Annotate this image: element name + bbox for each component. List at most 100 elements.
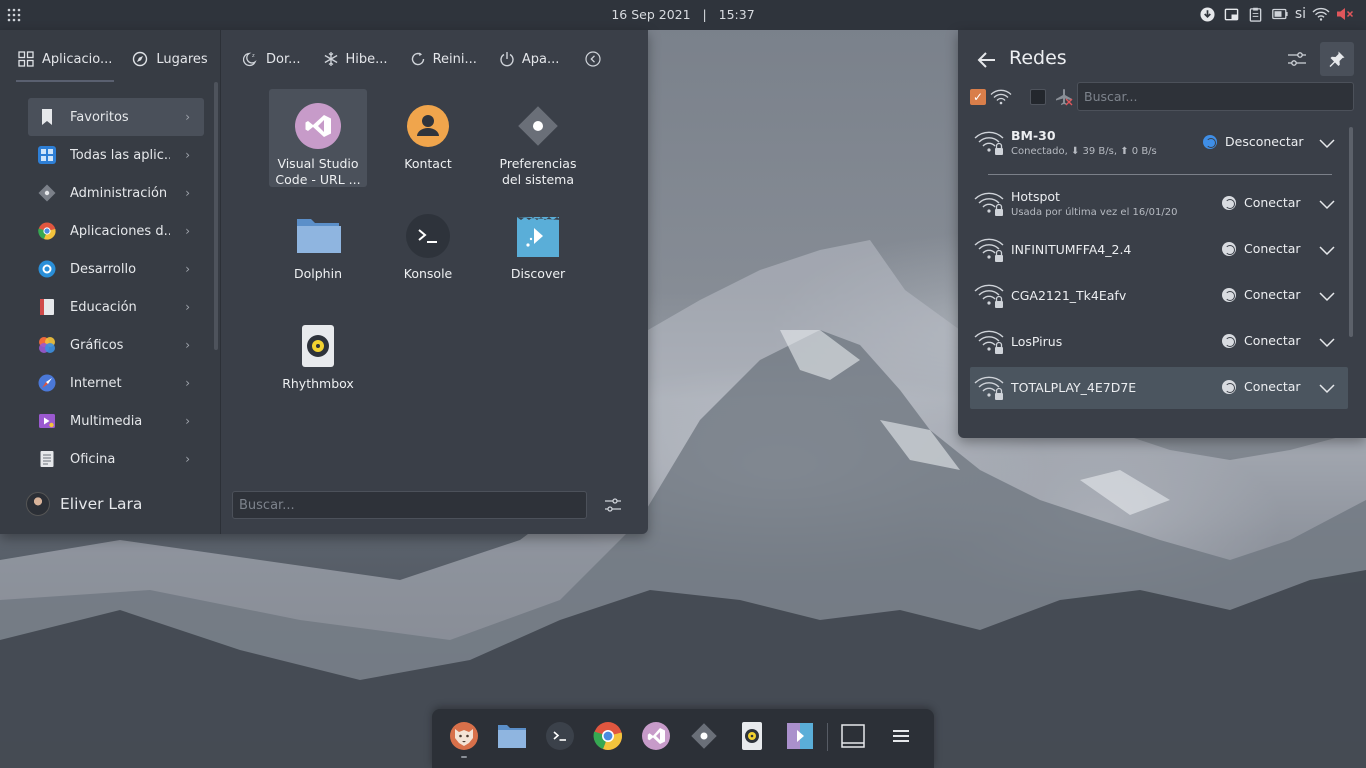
clock[interactable]: 16 Sep 2021 | 15:37 — [0, 7, 1366, 22]
tab-applications[interactable]: Aplicacio... — [16, 30, 115, 88]
download-icon[interactable] — [1199, 5, 1217, 23]
network-item-totalplay[interactable]: TOTALPLAY_4E7D7E Conectar — [970, 367, 1348, 409]
internet-icon — [38, 374, 56, 392]
app-rhythmbox[interactable]: Rhythmbox — [269, 309, 367, 407]
app-label: Dolphin — [294, 266, 342, 281]
connect-button[interactable]: Conectar — [1222, 379, 1301, 394]
chevron-down-icon[interactable] — [1318, 241, 1336, 259]
app-launcher-icon[interactable] — [4, 5, 24, 25]
dock-files[interactable] — [496, 720, 528, 752]
chrome-icon — [593, 722, 623, 750]
connect-button[interactable]: Conectar — [1222, 333, 1301, 348]
tab-places[interactable]: Lugares — [130, 30, 209, 88]
category-label: Oficina — [70, 451, 116, 467]
launcher-sidebar: Aplicacio... Lugares Favoritos › Todas l… — [0, 30, 221, 534]
wifi-locked-icon — [974, 284, 1004, 308]
category-favorites[interactable]: Favoritos › — [28, 98, 204, 136]
action-label: Conectar — [1244, 379, 1301, 394]
network-item-cga2121[interactable]: CGA2121_Tk4Eafv Conectar — [970, 275, 1348, 317]
category-office[interactable]: Oficina › — [28, 440, 204, 478]
hibernate-button[interactable]: Hibe... — [323, 51, 388, 67]
dock-menu[interactable] — [885, 720, 917, 752]
dock-konsole[interactable] — [544, 720, 576, 752]
category-chrome-apps[interactable]: Aplicaciones d... › — [28, 212, 204, 250]
dock-discover[interactable] — [784, 720, 816, 752]
connect-button[interactable]: Conectar — [1222, 287, 1301, 302]
tab-applications-label: Aplicacio... — [42, 51, 113, 67]
chevron-down-icon[interactable] — [1318, 287, 1336, 305]
dock-show-desktop[interactable] — [837, 720, 869, 752]
launcher-settings-icon[interactable] — [603, 495, 623, 515]
launcher-search[interactable] — [232, 491, 587, 519]
launcher-main: z Dor... Hibe... Reini... Apa... Visual … — [221, 30, 648, 534]
office-icon — [40, 451, 54, 467]
chevron-right-icon: › — [185, 414, 190, 428]
network-scrollbar[interactable] — [1349, 127, 1353, 337]
network-item-infinitum[interactable]: INFINITUMFFA4_2.4 Conectar — [970, 229, 1348, 271]
connect-button[interactable]: Conectar — [1222, 195, 1301, 210]
category-graphics[interactable]: Gráficos › — [28, 326, 204, 364]
dock-system-settings[interactable] — [688, 720, 720, 752]
globe-icon — [1222, 241, 1236, 256]
category-label: Multimedia — [70, 413, 143, 429]
app-discover[interactable]: Discover — [489, 199, 587, 297]
shutdown-button[interactable]: Apa... — [499, 51, 559, 67]
dock-separator — [827, 723, 828, 751]
battery-icon[interactable] — [1271, 5, 1289, 23]
category-education[interactable]: Educación › — [28, 288, 204, 326]
category-multimedia[interactable]: Multimedia › — [28, 402, 204, 440]
network-item-lospirus[interactable]: LosPirus Conectar — [970, 321, 1348, 363]
user-info[interactable]: Eliver Lara — [26, 492, 142, 516]
bookmark-icon — [42, 109, 52, 125]
app-vscode[interactable]: Visual Studio Code - URL ... — [269, 89, 367, 187]
category-scrollbar[interactable] — [214, 82, 218, 350]
app-dolphin[interactable]: Dolphin — [269, 199, 367, 297]
pin-icon — [1329, 51, 1345, 67]
disconnect-button[interactable]: Desconectar — [1203, 134, 1304, 149]
app-system-settings[interactable]: Preferencias del sistema — [489, 89, 587, 187]
category-development[interactable]: Desarrollo › — [28, 250, 204, 288]
rhythmbox-icon — [295, 323, 341, 369]
network-item-hotspot[interactable]: Hotspot Usada por última vez el 16/01/20… — [970, 183, 1348, 225]
action-label: Conectar — [1244, 287, 1301, 302]
leave-button[interactable] — [585, 51, 601, 67]
airplane-mode-checkbox[interactable] — [1030, 89, 1046, 105]
dock-chrome[interactable] — [592, 720, 624, 752]
keyboard-layout[interactable]: si — [1295, 6, 1306, 22]
wifi-locked-icon — [974, 131, 1004, 155]
category-all-apps[interactable]: Todas las aplic... › — [28, 136, 204, 174]
category-administration[interactable]: Administración › — [28, 174, 204, 212]
network-search[interactable] — [1077, 82, 1354, 111]
system-settings-icon — [515, 103, 561, 149]
running-indicator — [461, 756, 467, 758]
clock-separator: | — [702, 7, 707, 22]
globe-icon — [1203, 134, 1217, 149]
wifi-icon[interactable] — [1312, 5, 1330, 23]
network-settings-icon[interactable] — [1286, 48, 1308, 70]
wifi-toggle-checkbox[interactable]: ✓ — [970, 89, 986, 105]
chevron-down-icon[interactable] — [1318, 333, 1336, 351]
dock-vscode[interactable] — [640, 720, 672, 752]
clipboard-icon[interactable] — [1247, 5, 1265, 23]
volume-muted-icon[interactable] — [1336, 5, 1354, 23]
dock-firefox[interactable] — [448, 720, 480, 758]
chevron-down-icon[interactable] — [1318, 195, 1336, 213]
app-kontact[interactable]: Kontact — [379, 89, 477, 187]
restart-button[interactable]: Reini... — [410, 51, 477, 67]
dock-rhythmbox[interactable] — [736, 720, 768, 752]
back-arrow-icon[interactable] — [976, 49, 998, 71]
launcher-search-input[interactable] — [239, 497, 586, 513]
category-internet[interactable]: Internet › — [28, 364, 204, 402]
chevron-down-icon[interactable] — [1318, 134, 1336, 152]
education-icon — [40, 299, 54, 315]
network-search-input[interactable] — [1084, 89, 1353, 104]
apps-grid-icon — [18, 51, 34, 67]
screenshot-icon[interactable] — [1223, 5, 1241, 23]
connect-button[interactable]: Conectar — [1222, 241, 1301, 256]
multimedia-icon — [39, 414, 55, 428]
sleep-button[interactable]: z Dor... — [243, 51, 301, 67]
pin-button[interactable] — [1320, 42, 1354, 76]
network-item-bm30[interactable]: BM-30 Conectado, ⬇ 39 B/s, ⬆ 0 B/s Desco… — [970, 122, 1348, 164]
app-konsole[interactable]: Konsole — [379, 199, 477, 297]
chevron-down-icon[interactable] — [1318, 379, 1336, 397]
